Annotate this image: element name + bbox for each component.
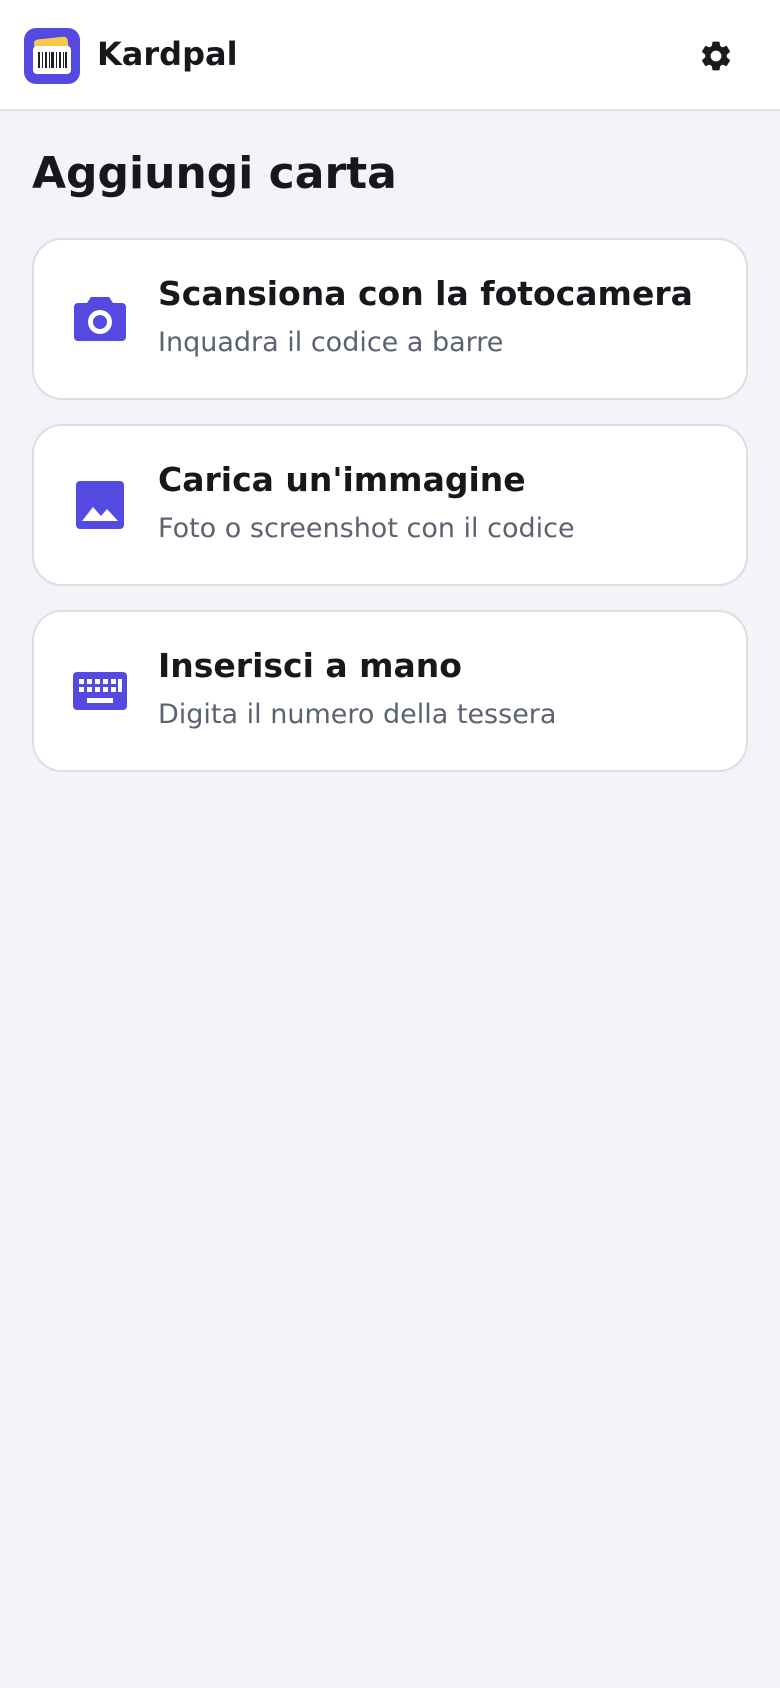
scan-camera-option[interactable]: Scansiona con la fotocamera Inquadra il … (32, 238, 748, 400)
camera-icon (70, 289, 130, 349)
option-subtitle: Inquadra il codice a barre (158, 327, 504, 358)
app-logo-icon (24, 28, 80, 84)
option-subtitle: Digita il numero della tessera (158, 699, 557, 730)
option-title: Carica un'immagine (158, 460, 526, 499)
keyboard-icon (70, 661, 130, 721)
option-title: Inserisci a mano (158, 646, 462, 685)
upload-image-option[interactable]: Carica un'immagine Foto o screenshot con… (32, 424, 748, 586)
manual-entry-option[interactable]: Inserisci a mano Digita il numero della … (32, 610, 748, 772)
settings-button[interactable] (692, 32, 740, 80)
option-subtitle: Foto o screenshot con il codice (158, 513, 575, 544)
image-icon (70, 475, 130, 535)
gear-icon (701, 41, 731, 71)
option-title: Scansiona con la fotocamera (158, 274, 693, 313)
app-bar: Kardpal (0, 0, 780, 111)
app-name: Kardpal (97, 35, 238, 73)
page-title: Aggiungi carta (32, 148, 397, 199)
